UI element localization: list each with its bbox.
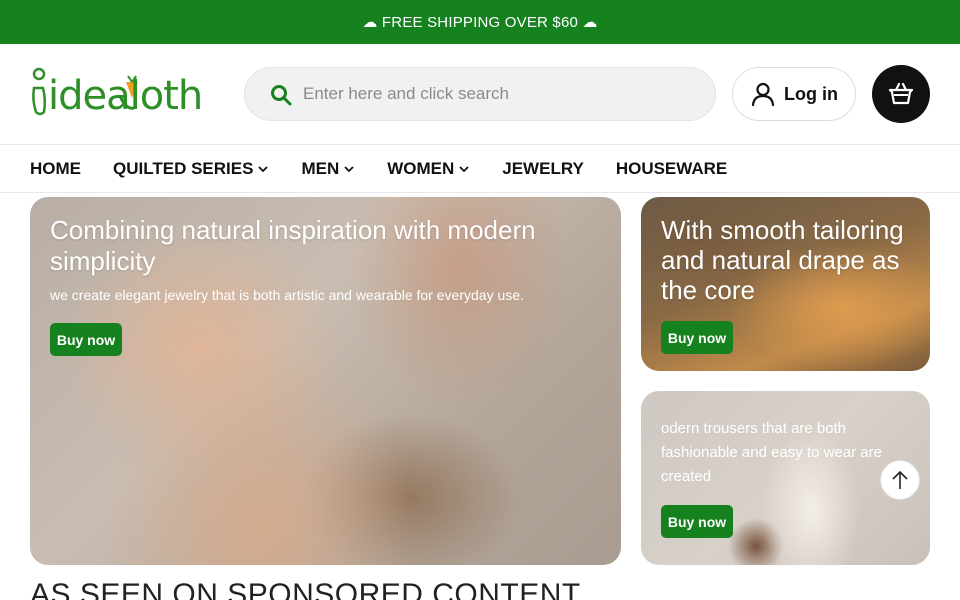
chevron-down-icon xyxy=(258,165,269,172)
nav-item-houseware[interactable]: HOUSEWARE xyxy=(616,159,727,179)
cart-button[interactable] xyxy=(872,65,930,123)
buy-now-button[interactable]: Buy now xyxy=(50,323,122,356)
announcement-text: ☁ FREE SHIPPING OVER $60 ☁ xyxy=(362,14,598,31)
nav-label: WOMEN xyxy=(387,158,455,178)
search-icon[interactable] xyxy=(269,83,293,107)
nav-item-home[interactable]: HOME xyxy=(30,159,81,179)
login-button[interactable]: Log in xyxy=(732,67,856,121)
nav-item-men[interactable]: MEN xyxy=(301,159,355,179)
user-icon xyxy=(751,82,775,107)
nav-item-quilted-series[interactable]: QUILTED SERIES xyxy=(113,159,269,179)
hero-subtitle: we create elegant jewelry that is both a… xyxy=(50,287,524,303)
nav-label: QUILTED SERIES xyxy=(113,158,254,178)
announcement-bar: ☁ FREE SHIPPING OVER $60 ☁ xyxy=(0,0,960,44)
nav-item-women[interactable]: WOMEN xyxy=(387,159,470,179)
hero-title: Combining natural inspiration with moder… xyxy=(50,215,536,276)
arrow-up-icon xyxy=(892,470,908,489)
nav-label: HOUSEWARE xyxy=(615,158,728,178)
search-input[interactable] xyxy=(303,68,693,120)
search-bar[interactable] xyxy=(244,67,716,121)
promo-banner-tailoring[interactable]: With smooth tailoring and natural drape … xyxy=(641,197,930,371)
main-nav: HOME QUILTED SERIES MEN WOMEN JEWELRY HO… xyxy=(0,144,960,193)
nav-label: MEN xyxy=(301,158,340,178)
login-label: Log in xyxy=(784,83,838,104)
promo-title: With smooth tailoring and natural drape … xyxy=(661,215,904,305)
site-header: idealoth Log in xyxy=(0,44,960,144)
section-title: AS SEEN ON SPONSORED CONTENT xyxy=(30,578,581,600)
hero-banner-jewelry[interactable]: Combining natural inspiration with moder… xyxy=(30,197,621,565)
scroll-to-top-button[interactable] xyxy=(880,460,920,500)
chevron-down-icon xyxy=(459,165,469,172)
chevron-down-icon xyxy=(344,165,354,172)
brand-logo[interactable]: idealoth xyxy=(30,66,220,122)
basket-icon xyxy=(888,82,914,105)
logo-wordmark: idealoth xyxy=(48,73,203,119)
buy-now-button[interactable]: Buy now xyxy=(661,321,733,354)
nav-label: HOME xyxy=(30,158,81,178)
nav-item-jewelry[interactable]: JEWELRY xyxy=(502,159,584,179)
promo-subtitle: odern trousers that are both fashionable… xyxy=(661,420,882,485)
nav-label: JEWELRY xyxy=(502,158,584,178)
buy-now-button[interactable]: Buy now xyxy=(661,505,733,538)
